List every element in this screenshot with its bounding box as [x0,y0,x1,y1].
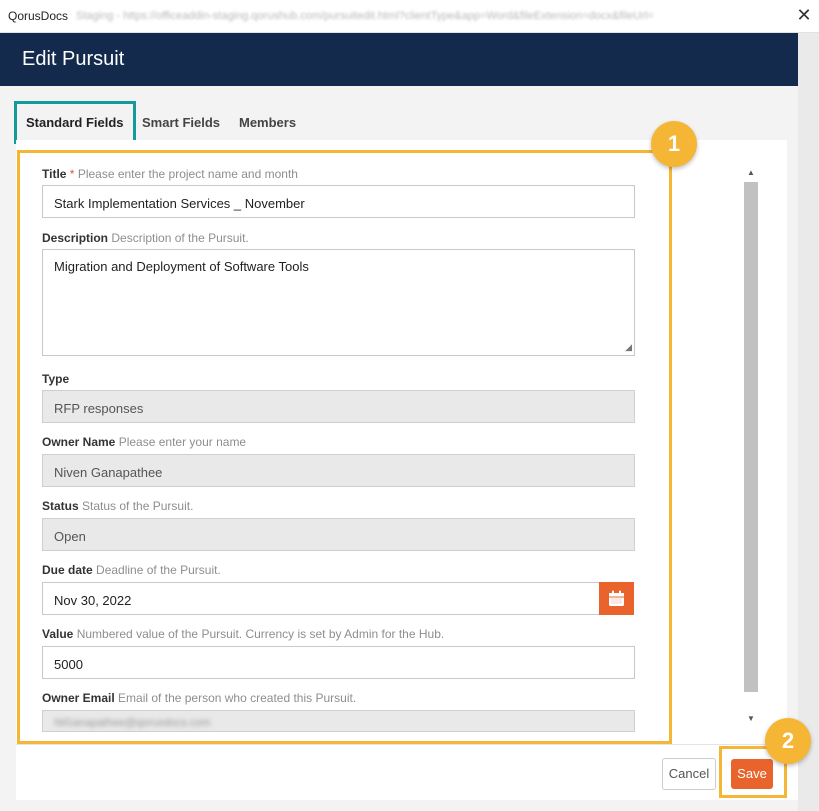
description-label: Description Description of the Pursuit. [42,231,249,245]
background-strip [798,33,819,811]
scrollbar-thumb[interactable] [744,182,758,692]
title-label-text: Title [42,167,67,181]
title-label: Title * Please enter the project name an… [42,167,298,181]
type-label: Type [42,372,69,386]
owner-email-value: NiGanapathee@qorusdocs.com [54,717,211,729]
owner-email-label-text: Owner Email [42,691,115,705]
scroll-down-icon[interactable]: ▼ [744,712,758,726]
app-name: QorusDocs [8,9,69,23]
description-label-text: Description [42,231,109,245]
owner-email-field: NiGanapathee@qorusdocs.com [42,710,635,732]
title-hint: Please enter the project name and month [77,167,298,181]
step-badge-2: 2 [765,718,811,764]
owner-email-hint: Email of the person who created this Pur… [118,691,357,705]
owner-email-label: Owner Email Email of the person who crea… [42,691,356,705]
status-field[interactable]: Open [42,518,635,551]
calendar-button[interactable] [599,582,634,615]
tab-members[interactable]: Members [239,115,296,130]
value-label-text: Value [42,627,74,641]
save-button[interactable]: Save [731,759,773,789]
value-input[interactable]: 5000 [42,646,635,679]
calendar-icon [609,590,624,606]
owner-name-label-text: Owner Name [42,435,116,449]
type-label-text: Type [42,372,70,386]
title-input[interactable]: Stark Implementation Services _ November [42,185,635,218]
value-hint: Numbered value of the Pursuit. Currency … [76,627,445,641]
due-date-input[interactable]: Nov 30, 2022 [42,582,600,615]
close-icon[interactable]: ✕ [789,0,819,33]
window-titlebar: QorusDocs Staging - https://officeaddin-… [0,0,819,33]
owner-name-hint: Please enter your name [118,435,247,449]
window-url: Staging - https://officeaddin-staging.qo… [76,10,654,22]
due-date-label-text: Due date [42,563,93,577]
tab-smart-fields[interactable]: Smart Fields [142,115,220,130]
due-date-hint: Deadline of the Pursuit. [96,563,221,577]
due-date-label: Due date Deadline of the Pursuit. [42,563,221,577]
description-value: Migration and Deployment of Software Too… [54,259,309,274]
value-label: Value Numbered value of the Pursuit. Cur… [42,627,444,641]
status-hint: Status of the Pursuit. [82,499,194,513]
step-badge-1: 1 [651,121,697,167]
resize-handle-icon[interactable]: ◢ [625,342,632,353]
status-label-text: Status [42,499,79,513]
cancel-button[interactable]: Cancel [662,758,716,790]
type-field: RFP responses [42,390,635,423]
scroll-up-icon[interactable]: ▲ [744,166,758,180]
owner-name-field: Niven Ganapathee [42,454,635,487]
description-hint: Description of the Pursuit. [111,231,249,245]
tab-highlight-box [14,101,136,144]
description-textarea[interactable]: Migration and Deployment of Software Too… [42,249,635,356]
page-title: Edit Pursuit [22,48,125,70]
dialog-header: Edit Pursuit [0,33,798,86]
required-marker: * [69,167,75,181]
status-label: Status Status of the Pursuit. [42,499,193,513]
owner-name-label: Owner Name Please enter your name [42,435,246,449]
